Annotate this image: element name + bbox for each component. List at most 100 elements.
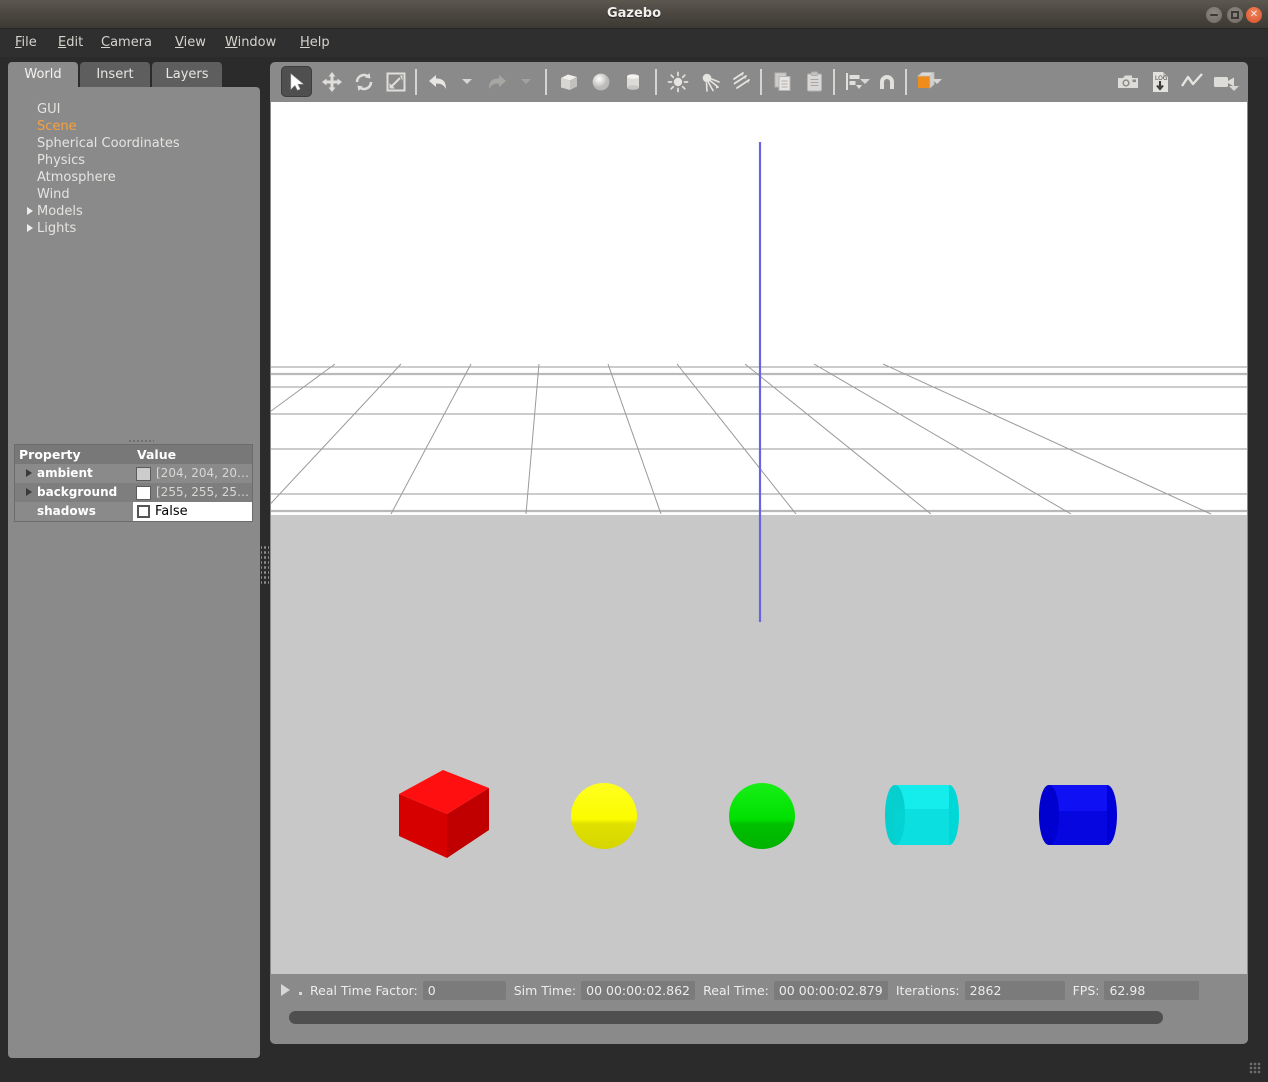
- minimize-button[interactable]: [1206, 7, 1222, 23]
- property-value: False: [155, 504, 188, 519]
- select-mode-button[interactable]: [281, 66, 312, 97]
- point-light-button[interactable]: [662, 66, 693, 97]
- directional-light-button[interactable]: [726, 66, 757, 97]
- vertical-splitter[interactable]: [261, 545, 269, 585]
- property-table: Property Value ambient [204, 204, 20… ba…: [14, 444, 253, 522]
- redo-dropdown-arrow-icon[interactable]: [521, 79, 531, 84]
- record-video-dropdown-arrow-icon[interactable]: [1229, 86, 1239, 91]
- 3d-viewport[interactable]: [271, 102, 1247, 974]
- screenshot-button[interactable]: [1112, 66, 1143, 97]
- menu-help-mnemonic: H: [300, 35, 310, 50]
- menu-camera-mnemonic: C: [101, 35, 111, 50]
- color-swatch-icon[interactable]: [136, 466, 151, 481]
- chevron-right-icon[interactable]: [26, 488, 32, 496]
- tab-insert[interactable]: Insert: [80, 62, 150, 88]
- record-video-button[interactable]: [1208, 66, 1239, 97]
- property-value-cell[interactable]: [255, 255, 25…: [133, 483, 252, 502]
- tree-item-label: Physics: [37, 153, 86, 168]
- table-row[interactable]: background [255, 255, 25…: [15, 483, 252, 502]
- menu-edit-rest: dit: [66, 35, 84, 50]
- cylinder-icon: [626, 73, 639, 90]
- menu-view[interactable]: View: [172, 34, 209, 51]
- menu-help[interactable]: Help: [297, 34, 333, 51]
- snap-button[interactable]: [871, 66, 902, 97]
- menu-window-rest: indow: [237, 35, 277, 50]
- cyan-cylinder-object[interactable]: [881, 779, 963, 851]
- menu-camera[interactable]: Camera: [98, 34, 155, 51]
- red-box-object[interactable]: [397, 766, 493, 862]
- spot-light-button[interactable]: [694, 66, 725, 97]
- table-row[interactable]: shadows False: [15, 502, 252, 521]
- tree-item-gui[interactable]: GUI: [8, 101, 260, 118]
- insert-cylinder-button[interactable]: [617, 66, 648, 97]
- scene-toolbar: LOG: [270, 62, 1248, 102]
- color-swatch-icon[interactable]: [136, 485, 151, 500]
- horizontal-scrollbar-track[interactable]: [271, 1006, 1247, 1030]
- tree-item-physics[interactable]: Physics: [8, 152, 260, 169]
- table-row[interactable]: ambient [204, 204, 20…: [15, 464, 252, 483]
- menu-edit[interactable]: Edit: [55, 34, 86, 51]
- column-header-property: Property: [19, 447, 81, 462]
- translate-mode-button[interactable]: [316, 66, 347, 97]
- expand-stats-arrow-icon[interactable]: [281, 984, 290, 996]
- yellow-sphere-object[interactable]: [569, 781, 639, 851]
- move-arrows-icon: [321, 71, 342, 92]
- menu-file[interactable]: File: [12, 34, 40, 51]
- copy-icon: [774, 72, 790, 91]
- chevron-right-icon[interactable]: [26, 469, 32, 477]
- tree-item-wind[interactable]: Wind: [8, 186, 260, 203]
- menu-file-rest: ile: [21, 35, 37, 50]
- redo-button[interactable]: [481, 66, 512, 97]
- box-icon: [560, 74, 577, 90]
- shadows-checkbox[interactable]: [137, 505, 150, 518]
- tab-layers[interactable]: Layers: [152, 62, 222, 88]
- plot-line-icon: [1180, 72, 1203, 87]
- menu-bar: File Edit Camera View Window Help: [0, 29, 1268, 57]
- close-button[interactable]: ✕: [1246, 7, 1262, 23]
- magnet-icon: [879, 74, 894, 89]
- menu-window[interactable]: Window: [222, 34, 279, 51]
- insert-box-button[interactable]: [553, 66, 584, 97]
- tree-item-atmosphere[interactable]: Atmosphere: [8, 169, 260, 186]
- undo-button[interactable]: [422, 66, 453, 97]
- window-resize-grip[interactable]: [1249, 1062, 1261, 1074]
- fps-label: FPS:: [1072, 982, 1100, 998]
- chevron-right-icon[interactable]: [27, 224, 33, 232]
- left-panel: World Insert Layers GUI Scene Spherical …: [8, 62, 260, 1058]
- status-dot-icon: [299, 992, 302, 995]
- rotate-arrows-icon: [355, 72, 372, 91]
- toolbar-separator: [833, 69, 835, 95]
- property-name-cell: background: [15, 483, 133, 502]
- menu-help-rest: elp: [309, 35, 330, 50]
- property-value-cell[interactable]: False: [133, 502, 252, 521]
- green-sphere-object[interactable]: [727, 781, 797, 851]
- horizontal-scrollbar-thumb[interactable]: [289, 1011, 1163, 1024]
- copy-button[interactable]: [767, 66, 798, 97]
- tree-item-scene[interactable]: Scene: [8, 118, 260, 135]
- camera-icon: [1117, 75, 1138, 88]
- real-time-value: 00 00:00:02.879: [773, 980, 888, 1000]
- rotate-mode-button[interactable]: [348, 66, 379, 97]
- undo-dropdown-arrow-icon[interactable]: [462, 79, 472, 84]
- plot-window-button[interactable]: [1176, 66, 1207, 97]
- maximize-button[interactable]: [1227, 7, 1243, 23]
- chevron-right-icon[interactable]: [27, 207, 33, 215]
- blue-cylinder-object[interactable]: [1035, 779, 1123, 851]
- property-label: shadows: [37, 504, 96, 518]
- tree-item-label: Atmosphere: [37, 170, 116, 185]
- view-angle-dropdown-arrow-icon[interactable]: [932, 79, 942, 84]
- tree-item-models[interactable]: Models: [8, 203, 260, 220]
- tree-item-lights[interactable]: Lights: [8, 220, 260, 237]
- tab-world[interactable]: World: [8, 62, 78, 88]
- main-pane: LOG Real Time Factor: 0 Sim Time: 00 00:…: [270, 62, 1248, 1044]
- point-light-icon: [667, 71, 688, 92]
- insert-sphere-button[interactable]: [585, 66, 616, 97]
- scale-mode-button[interactable]: [380, 66, 411, 97]
- paste-button[interactable]: [799, 66, 830, 97]
- tree-item-spherical-coordinates[interactable]: Spherical Coordinates: [8, 135, 260, 152]
- sphere-icon: [592, 73, 609, 90]
- log-data-button[interactable]: LOG: [1144, 66, 1175, 97]
- align-dropdown-arrow-icon[interactable]: [860, 79, 870, 84]
- property-value: [255, 255, 25…: [156, 485, 250, 499]
- property-value-cell[interactable]: [204, 204, 20…: [133, 464, 252, 483]
